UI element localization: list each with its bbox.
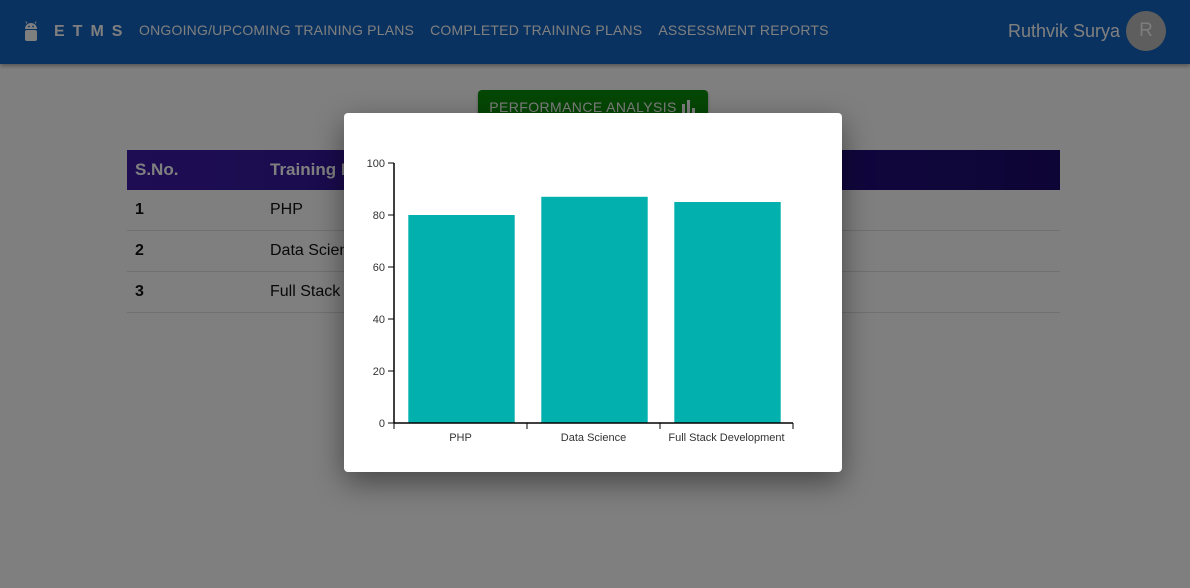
- y-tick-label: 60: [373, 262, 385, 274]
- y-tick-label: 20: [373, 366, 385, 378]
- x-tick-label: Data Science: [561, 432, 626, 444]
- x-tick-label: Full Stack Development: [668, 432, 784, 444]
- chart-bar: [541, 196, 648, 423]
- performance-chart-dialog: 0 20 40 60 80 100 PHP Data Science Full Stack De…: [344, 113, 842, 472]
- y-tick-label: 100: [367, 158, 385, 170]
- y-tick-label: 80: [373, 210, 385, 222]
- y-tick-label: 0: [379, 418, 385, 430]
- chart-bar: [674, 202, 781, 423]
- chart-bar: [408, 215, 515, 423]
- performance-bar-chart: 0 20 40 60 80 100 PHP Data Science Full Stack De…: [367, 158, 794, 444]
- x-tick-label: PHP: [449, 432, 472, 444]
- y-tick-label: 40: [373, 314, 385, 326]
